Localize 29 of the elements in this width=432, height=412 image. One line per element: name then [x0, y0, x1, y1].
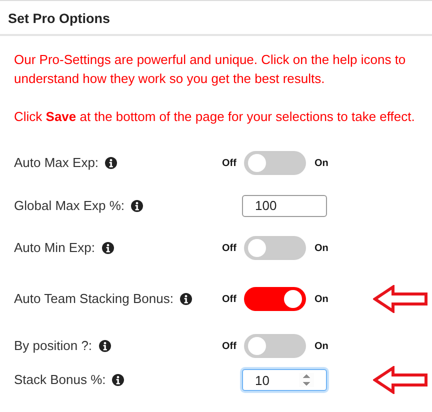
setting-label: Auto Min Exp: [14, 240, 95, 255]
on-label: On [314, 156, 328, 170]
setting-label: Stack Bonus %: [14, 372, 106, 387]
info-icon[interactable] [98, 340, 111, 352]
number-field[interactable]: 100 [242, 194, 327, 216]
toggle-switch[interactable] [244, 236, 306, 260]
panel-title: Set Pro Options [0, 1, 432, 36]
number-field[interactable]: 10 [242, 369, 327, 391]
off-label: Off [222, 156, 236, 170]
info-icon[interactable] [105, 157, 118, 169]
setting-label: Auto Team Stacking Bonus: [14, 291, 174, 306]
off-label: Off [222, 340, 236, 354]
instruction-text: Click Save at the bottom of the page for your selections to take effect. [14, 108, 416, 126]
instruction-text: Our Pro-Settings are powerful and unique. Click on the help icons to understand how they work so you get the best results. [14, 51, 407, 88]
on-label: On [314, 292, 328, 306]
toggle-switch[interactable] [244, 334, 306, 358]
info-icon[interactable] [180, 293, 192, 305]
off-label: Off [222, 292, 236, 306]
setting-label: Global Max Exp %: [14, 198, 125, 212]
setting-label: By position ?: [14, 338, 92, 353]
toggle-switch[interactable] [244, 287, 306, 311]
info-icon[interactable] [102, 242, 114, 254]
on-label: On [314, 340, 328, 354]
toggle-switch[interactable] [244, 151, 306, 175]
info-icon[interactable] [112, 374, 124, 386]
off-label: Off [222, 242, 236, 256]
info-icon[interactable] [131, 200, 144, 212]
setting-label: Auto Max Exp: [14, 155, 99, 170]
on-label: On [314, 242, 328, 256]
